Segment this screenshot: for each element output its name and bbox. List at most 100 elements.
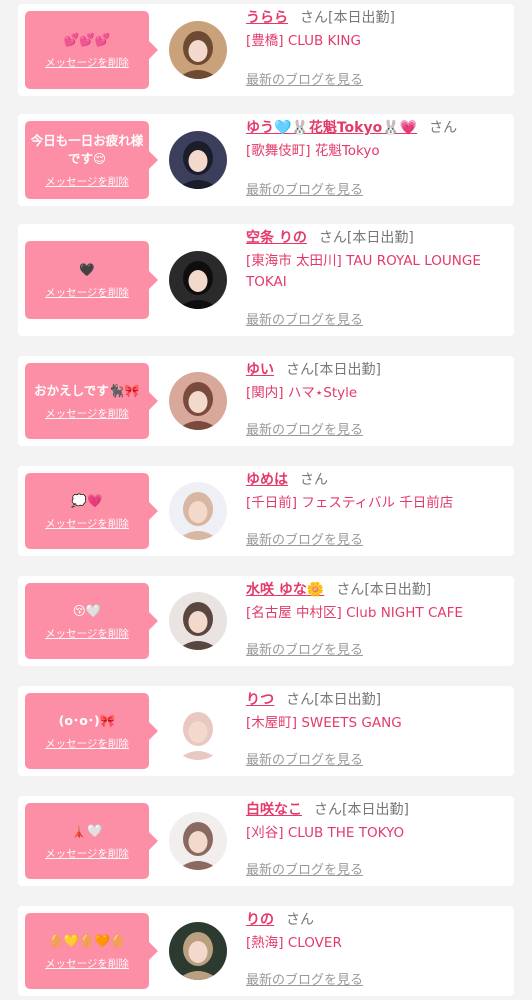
message-bubble: 🗼🤍 メッセージを削除: [25, 803, 158, 879]
delete-message-link[interactable]: メッセージを削除: [45, 846, 129, 861]
honorific: さん: [300, 10, 328, 26]
name-line: 白咲なこ さん[本日出勤]: [246, 800, 506, 820]
honorific: さん: [318, 230, 347, 246]
cast-name-link[interactable]: りつ: [246, 692, 274, 708]
message-card: 🗼🤍 メッセージを削除 白咲なこ さん[本日出勤] [刈谷] CLUB THE TOKY…: [18, 796, 514, 886]
avatar-photo: [169, 251, 227, 309]
latest-blog-link[interactable]: 最新のブログを見る: [246, 749, 363, 768]
message-text: 🥚💛🥚🧡🥚: [48, 932, 126, 948]
message-bubble: 💭💗 メッセージを削除: [25, 473, 158, 549]
cast-info: 白咲なこ さん[本日出勤] [刈谷] CLUB THE TOKYO 最新のブログを見る: [246, 800, 506, 886]
work-status: [本日出勤]: [314, 362, 381, 378]
cast-name-link[interactable]: 水咲 ゆな🌼: [246, 582, 324, 598]
cast-info: ゆめは さん [千日前] フェスティバル 千日前店 最新のブログを見る: [246, 470, 506, 556]
shop-name: [歌舞伎町] 花魁Tokyo: [246, 143, 380, 159]
cast-name-link[interactable]: うらら: [246, 10, 288, 26]
latest-blog-link[interactable]: 最新のブログを見る: [246, 969, 363, 988]
avatar[interactable]: [169, 702, 227, 760]
avatar[interactable]: [169, 131, 227, 189]
shop-name: [東海市 太田川] TAU ROYAL LOUNGE TOKAI: [246, 253, 481, 290]
honorific: さん: [300, 472, 328, 488]
honorific: さん: [286, 912, 314, 928]
avatar-photo: [169, 812, 227, 870]
honorific: さん: [336, 582, 365, 598]
avatar-photo: [169, 21, 227, 79]
delete-message-link[interactable]: メッセージを削除: [45, 736, 129, 751]
latest-blog-link[interactable]: 最新のブログを見る: [246, 419, 363, 438]
work-status: [本日出勤]: [328, 10, 395, 26]
message-text: 🗼🤍: [71, 822, 103, 838]
message-card: おかえしです🐈‍⬛🎀 メッセージを削除 ゆい さん[本日出勤] [関内] ハマ⋆Styl…: [18, 356, 514, 446]
avatar-photo: [169, 702, 227, 760]
message-bubble: 😚🤍 メッセージを削除: [25, 583, 158, 659]
message-card: 今日も一日お疲れ様です😌 メッセージを削除 ゆう🩵🐰花魁Tokyo🐰💗 さん [歌舞伎町…: [18, 114, 514, 206]
honorific: さん: [429, 120, 458, 136]
cast-name-link[interactable]: 白咲なこ: [246, 802, 302, 818]
delete-message-link[interactable]: メッセージを削除: [45, 55, 129, 70]
avatar[interactable]: [169, 812, 227, 870]
message-card: 💭💗 メッセージを削除 ゆめは さん [千日前] フェスティバル 千日前店 最新のブログを…: [18, 466, 514, 556]
message-text: 今日も一日お疲れ様です😌: [30, 132, 144, 166]
name-line: りつ さん[本日出勤]: [246, 690, 506, 710]
latest-blog-link[interactable]: 最新のブログを見る: [246, 309, 363, 328]
delete-message-link[interactable]: メッセージを削除: [45, 285, 129, 300]
delete-message-link[interactable]: メッセージを削除: [45, 174, 129, 189]
avatar-photo: [169, 922, 227, 980]
shop-name: [名古屋 中村区] Club NIGHT CAFE: [246, 605, 463, 621]
message-bubble: 💕💕💕 メッセージを削除: [25, 11, 158, 89]
name-line: ゆい さん[本日出勤]: [246, 360, 506, 380]
message-bubble: おかえしです🐈‍⬛🎀 メッセージを削除: [25, 363, 158, 439]
name-line: ゆめは さん: [246, 470, 506, 490]
honorific: さん: [286, 362, 314, 378]
message-card: 🖤 メッセージを削除 空条 りの さん[本日出勤] [東海市 太田川] TAU ROYA…: [18, 224, 514, 336]
shop-name: [刈谷] CLUB THE TOKYO: [246, 825, 405, 841]
work-status: [本日出勤]: [364, 582, 432, 598]
avatar[interactable]: [169, 251, 227, 309]
latest-blog-link[interactable]: 最新のブログを見る: [246, 529, 363, 548]
delete-message-link[interactable]: メッセージを削除: [45, 516, 129, 531]
cast-name-link[interactable]: ゆい: [246, 362, 274, 378]
delete-message-link[interactable]: メッセージを削除: [45, 406, 129, 421]
avatar[interactable]: [169, 482, 227, 540]
cast-info: りの さん [熱海] CLOVER 最新のブログを見る: [246, 910, 506, 996]
cast-name-link[interactable]: ゆう🩵🐰花魁Tokyo🐰💗: [246, 120, 417, 136]
avatar[interactable]: [169, 21, 227, 79]
name-line: 空条 りの さん[本日出勤]: [246, 228, 506, 248]
message-bubble: 🥚💛🥚🧡🥚 メッセージを削除: [25, 913, 158, 989]
delete-message-link[interactable]: メッセージを削除: [45, 626, 129, 641]
latest-blog-link[interactable]: 最新のブログを見る: [246, 639, 363, 658]
cast-info: うらら さん[本日出勤] [豊橋] CLUB KING 最新のブログを見る: [246, 8, 506, 96]
cast-name-link[interactable]: りの: [246, 912, 274, 928]
cast-name-link[interactable]: ゆめは: [246, 472, 288, 488]
shop-name: [豊橋] CLUB KING: [246, 33, 361, 49]
work-status: [本日出勤]: [342, 802, 409, 818]
latest-blog-link[interactable]: 最新のブログを見る: [246, 69, 363, 88]
work-status: [本日出勤]: [346, 230, 414, 246]
avatar[interactable]: [169, 372, 227, 430]
latest-blog-link[interactable]: 最新のブログを見る: [246, 859, 363, 878]
latest-blog-link[interactable]: 最新のブログを見る: [246, 179, 363, 198]
message-bubble: 🖤 メッセージを削除: [25, 241, 158, 319]
avatar-photo: [169, 482, 227, 540]
name-line: ゆう🩵🐰花魁Tokyo🐰💗 さん: [246, 118, 506, 138]
honorific: さん: [286, 692, 315, 708]
cast-name-link[interactable]: 空条 りの: [246, 230, 307, 246]
avatar-photo: [169, 592, 227, 650]
cast-info: ゆい さん[本日出勤] [関内] ハマ⋆Style 最新のブログを見る: [246, 360, 506, 446]
message-bubble: 今日も一日お疲れ様です😌 メッセージを削除: [25, 121, 158, 199]
shop-name: [木屋町] SWEETS GANG: [246, 715, 402, 731]
shop-name: [千日前] フェスティバル 千日前店: [246, 495, 454, 511]
cast-info: 水咲 ゆな🌼 さん[本日出勤] [名古屋 中村区] Club NIGHT CAFE 最…: [246, 580, 506, 666]
message-text: 💭💗: [71, 492, 103, 508]
avatar-photo: [169, 372, 227, 430]
cast-info: 空条 りの さん[本日出勤] [東海市 太田川] TAU ROYAL LOUNGE …: [246, 228, 506, 336]
avatar[interactable]: [169, 922, 227, 980]
message-card: 💕💕💕 メッセージを削除 うらら さん[本日出勤] [豊橋] CLUB KING 最新のブ…: [18, 4, 514, 96]
avatar-photo: [169, 131, 227, 189]
name-line: 水咲 ゆな🌼 さん[本日出勤]: [246, 580, 506, 600]
avatar[interactable]: [169, 592, 227, 650]
cast-info: りつ さん[本日出勤] [木屋町] SWEETS GANG 最新のブログを見る: [246, 690, 506, 776]
message-card: 😚🤍 メッセージを削除 水咲 ゆな🌼 さん[本日出勤] [名古屋 中村区] Club N…: [18, 576, 514, 666]
message-text: (o･o･)🎀: [58, 712, 116, 728]
delete-message-link[interactable]: メッセージを削除: [45, 956, 129, 971]
